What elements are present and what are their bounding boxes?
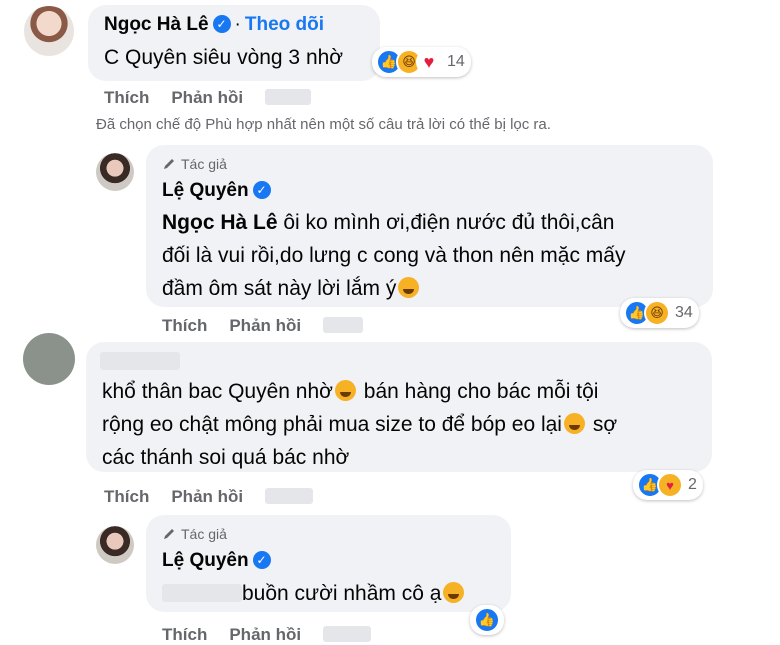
reply1-line3: đầm ôm sát này lời lắm ý [162, 277, 397, 300]
reply1-reactions[interactable]: 👍 😆 34 [620, 298, 699, 328]
reply1-author-tag: Tác giả [162, 156, 227, 172]
comment1-like-button[interactable]: Thích [104, 88, 149, 107]
reply2-mention-blurred [162, 584, 242, 602]
smiling-hearts-emoji-icon [398, 277, 420, 298]
reply2-text: buồn cười nhầm cô ạ [162, 577, 466, 610]
pen-icon [164, 159, 174, 169]
comment2-line2b: sợ [586, 413, 618, 436]
reply1-actions: Thích Phản hồi [162, 316, 385, 336]
comment2-author-blurred [100, 352, 180, 370]
comment2-actions: Thích Phản hồi [104, 487, 335, 507]
reply2-actions: Thích Phản hồi [162, 625, 393, 645]
comment1-reply-button[interactable]: Phản hồi [171, 88, 243, 107]
reply1-text: Ngọc Hà Lê ôi ko mình ơi,điện nước đủ th… [162, 206, 702, 305]
avatar-le-quyen[interactable] [96, 526, 134, 564]
reply1-reaction-count: 34 [675, 304, 693, 321]
comment1-text: C Quyên siêu vòng 3 nhờ [104, 46, 344, 69]
comment2-line1b: bán hàng cho bác mỗi tội [357, 380, 599, 403]
comment2-timestamp-blurred [265, 488, 314, 504]
reply2-header: Lệ Quyên ✓ [162, 550, 271, 572]
reply1-line1: ôi ko mình ơi,điện nước đủ thôi,cân [277, 211, 615, 234]
reply1-header: Lệ Quyên ✓ [162, 180, 271, 202]
reply1-timestamp-blurred [323, 317, 364, 333]
comment2-line1: khổ thân bac Quyên nhờ [102, 380, 333, 403]
comment1-header: Ngọc Hà Lê ✓ · Theo dõi [104, 14, 324, 36]
reply2-timestamp-blurred [323, 626, 372, 642]
avatar-anonymous[interactable] [23, 333, 75, 385]
comment2-line2: rộng eo chật mông phải mua size to để bó… [102, 413, 562, 436]
comment1-reactions[interactable]: 👍 😆 ♥ 14 [372, 47, 471, 77]
reply1-tag-label: Tác giả [181, 156, 227, 172]
reply2-reactions[interactable]: 👍 [470, 605, 504, 635]
haha-reaction-icon: 😆 [644, 300, 670, 326]
comment1-author[interactable]: Ngọc Hà Lê [104, 14, 209, 35]
like-reaction-icon: 👍 [474, 607, 500, 633]
reply1-like-button[interactable]: Thích [162, 316, 207, 335]
reply1-mention[interactable]: Ngọc Hà Lê [162, 211, 278, 234]
verified-badge-icon: ✓ [212, 15, 231, 33]
reply1-line2: đối là vui rồi,do lưng c cong và thon nê… [162, 244, 626, 267]
comment1-reaction-count: 14 [447, 53, 465, 70]
comment2-like-button[interactable]: Thích [104, 487, 149, 506]
comment2-line3: các thánh soi quá bác nhờ [102, 446, 350, 469]
comment1-timestamp-blurred [265, 89, 312, 105]
verified-badge-icon: ✓ [252, 181, 271, 199]
comment2-reaction-count: 2 [688, 476, 697, 493]
avatar-le-quyen[interactable] [96, 153, 134, 191]
comment2-reactions[interactable]: 👍 ♥ 2 [633, 470, 703, 500]
avatar-ngoc-ha-le[interactable] [24, 6, 74, 56]
love-reaction-icon: ♥ [416, 49, 442, 75]
separator-dot: · [234, 14, 241, 35]
rofl-emoji-icon [334, 380, 356, 401]
reply2-reply-button[interactable]: Phản hồi [229, 625, 301, 644]
reply2-like-button[interactable]: Thích [162, 625, 207, 644]
filter-notice: Đã chọn chế độ Phù hợp nhất nên một số c… [96, 116, 551, 133]
reply2-author-tag: Tác giả [162, 526, 227, 542]
smiling-hearts-emoji-icon [443, 582, 465, 603]
care-reaction-icon: ♥ [657, 472, 683, 498]
reply2-body: buồn cười nhầm cô ạ [242, 582, 442, 605]
comment2-reply-button[interactable]: Phản hồi [171, 487, 243, 506]
reply1-author[interactable]: Lệ Quyên [162, 180, 249, 201]
rofl-emoji-icon [563, 413, 585, 434]
reply2-tag-label: Tác giả [181, 526, 227, 542]
comment1-actions: Thích Phản hồi [104, 88, 333, 108]
reply1-reply-button[interactable]: Phản hồi [229, 316, 301, 335]
verified-badge-icon: ✓ [252, 551, 271, 569]
follow-button[interactable]: Theo dõi [245, 14, 324, 35]
pen-icon [164, 529, 174, 539]
reply2-author[interactable]: Lệ Quyên [162, 550, 249, 571]
comment2-text: khổ thân bac Quyên nhờ bán hàng cho bác … [102, 375, 702, 474]
